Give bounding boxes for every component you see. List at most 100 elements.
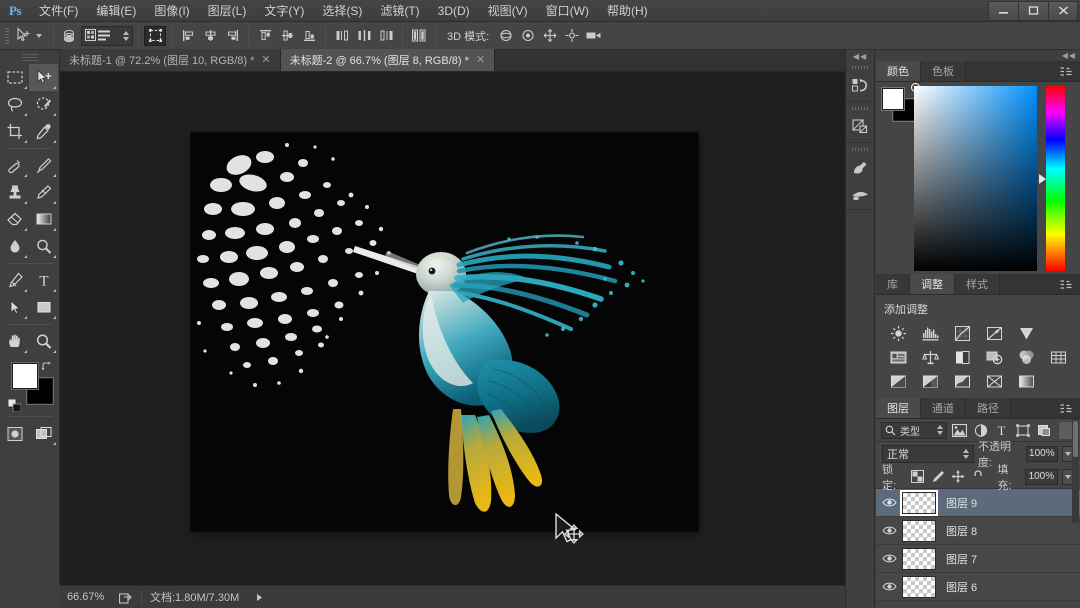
clone-stamp-tool[interactable] xyxy=(0,179,29,206)
adjustments-panel-menu-icon[interactable] xyxy=(1060,274,1080,294)
filter-toggle-switch[interactable] xyxy=(1059,421,1072,439)
layer-visibility-icon-9[interactable] xyxy=(876,497,902,508)
lock-position-icon[interactable] xyxy=(950,468,966,486)
tab-layers[interactable]: 图层 xyxy=(876,398,921,418)
threshold-icon[interactable] xyxy=(946,370,978,392)
minimize-button[interactable] xyxy=(988,0,1018,21)
dodge-tool[interactable] xyxy=(29,233,58,260)
hue-slider[interactable] xyxy=(1039,86,1065,271)
brush-settings-panel-icon[interactable] xyxy=(846,180,874,206)
curves-icon[interactable] xyxy=(946,322,978,344)
tab-adjustments[interactable]: 调整 xyxy=(910,274,955,294)
toolbar-grip[interactable] xyxy=(0,54,59,64)
photo-filter-icon[interactable] xyxy=(978,346,1010,368)
zoom-tool[interactable] xyxy=(29,328,58,355)
swap-colors-icon[interactable] xyxy=(41,361,53,373)
show-transform-controls-icon[interactable] xyxy=(144,25,166,46)
layer-row-6[interactable]: 图层 6 xyxy=(876,573,1080,601)
blur-tool[interactable] xyxy=(0,233,29,260)
tab-channels[interactable]: 通道 xyxy=(921,398,966,418)
layer-row-7[interactable]: 图层 7 xyxy=(876,545,1080,573)
hue-slider-marker[interactable] xyxy=(1039,174,1046,184)
pen-tool[interactable] xyxy=(0,267,29,294)
options-bar-grip[interactable] xyxy=(2,24,12,48)
menu-3d[interactable]: 3D(D) xyxy=(429,0,479,22)
lock-all-icon[interactable] xyxy=(970,468,986,486)
layer-visibility-icon-7[interactable] xyxy=(876,553,902,564)
layer-filter-kind-select[interactable]: 类型 xyxy=(881,421,947,439)
tool-preset-chevron-icon[interactable] xyxy=(36,33,42,38)
opacity-value[interactable]: 100% xyxy=(1025,445,1058,462)
align-left-edges-icon[interactable] xyxy=(177,26,199,46)
brush-presets-panel-icon[interactable] xyxy=(846,154,874,180)
color-panel-collapse-icon[interactable]: ◀◀ xyxy=(876,50,1080,61)
lasso-tool[interactable] xyxy=(0,91,29,118)
layer-name-6[interactable]: 图层 6 xyxy=(946,579,977,595)
3d-camera-icon[interactable] xyxy=(583,26,605,46)
tab-styles[interactable]: 样式 xyxy=(955,274,1000,294)
layer-thumbnail-9[interactable] xyxy=(902,491,936,514)
filter-smart-objects-icon[interactable] xyxy=(1035,421,1052,440)
layer-name-8[interactable]: 图层 8 xyxy=(946,523,977,539)
default-colors-icon[interactable] xyxy=(8,399,21,412)
distribute-spacing-icon[interactable] xyxy=(408,26,430,46)
move-tool[interactable] xyxy=(29,64,58,91)
color-panel-menu-icon[interactable] xyxy=(1060,61,1080,81)
rail-expand-icon[interactable]: ◀◀ xyxy=(846,50,874,63)
layer-name-7[interactable]: 图层 7 xyxy=(946,551,977,567)
menu-type[interactable]: 文字(Y) xyxy=(255,0,313,22)
hand-tool[interactable] xyxy=(0,328,29,355)
3d-slide-icon[interactable] xyxy=(561,26,583,46)
color-balance-icon[interactable] xyxy=(914,346,946,368)
path-selection-tool[interactable] xyxy=(0,294,29,321)
menu-window[interactable]: 窗口(W) xyxy=(537,0,598,22)
layer-thumbnail-7[interactable] xyxy=(902,547,936,570)
canvas-area[interactable] xyxy=(60,72,855,585)
gradient-tool[interactable] xyxy=(29,206,58,233)
layer-thumbnail-6[interactable] xyxy=(902,575,936,598)
auto-select-checkbox-icon[interactable] xyxy=(59,26,81,46)
align-right-edges-icon[interactable] xyxy=(221,26,243,46)
history-panel-icon[interactable] xyxy=(846,72,874,98)
menu-help[interactable]: 帮助(H) xyxy=(598,0,657,22)
layers-scrollbar[interactable] xyxy=(1072,419,1079,523)
kind-down-icon[interactable] xyxy=(937,431,943,435)
lock-image-pixels-icon[interactable] xyxy=(930,468,946,486)
exposure-icon[interactable] xyxy=(978,322,1010,344)
layer-name-9[interactable]: 图层 9 xyxy=(946,495,977,511)
healing-brush-tool[interactable] xyxy=(0,152,29,179)
tab-swatches[interactable]: 色板 xyxy=(921,61,966,81)
vibrance-icon[interactable] xyxy=(1010,322,1042,344)
auto-select-down-icon[interactable] xyxy=(123,36,129,41)
auto-select-up-icon[interactable] xyxy=(123,30,129,35)
gradient-map-icon[interactable] xyxy=(1010,370,1042,392)
align-top-edges-icon[interactable] xyxy=(254,26,276,46)
layer-row-8[interactable]: 图层 8 xyxy=(876,517,1080,545)
quick-mask-toggle[interactable] xyxy=(0,420,29,447)
distribute-right-icon[interactable] xyxy=(375,26,397,46)
brush-tool[interactable] xyxy=(29,152,58,179)
auto-select-kind-select[interactable] xyxy=(81,25,133,46)
move-tool-options-icon[interactable] xyxy=(12,26,34,46)
posterize-icon[interactable] xyxy=(914,370,946,392)
align-horizontal-centers-icon[interactable] xyxy=(199,26,221,46)
layer-visibility-icon-6[interactable] xyxy=(876,581,902,592)
menu-select[interactable]: 选择(S) xyxy=(313,0,371,22)
hue-saturation-icon[interactable] xyxy=(882,346,914,368)
color-field-marker[interactable] xyxy=(911,83,920,92)
color-lookup-icon[interactable] xyxy=(1042,346,1074,368)
menu-filter[interactable]: 滤镜(T) xyxy=(371,0,428,22)
tab-library[interactable]: 库 xyxy=(876,274,910,294)
blend-down-icon[interactable] xyxy=(963,454,970,459)
menu-view[interactable]: 视图(V) xyxy=(479,0,537,22)
crop-tool[interactable] xyxy=(0,118,29,145)
layers-panel-menu-icon[interactable] xyxy=(1060,398,1080,418)
align-bottom-edges-icon[interactable] xyxy=(298,26,320,46)
maximize-button[interactable] xyxy=(1018,0,1048,21)
color-panel-foreground-swatch[interactable] xyxy=(882,88,904,110)
distribute-center-icon[interactable] xyxy=(353,26,375,46)
marquee-tool[interactable] xyxy=(0,64,29,91)
eyedropper-tool[interactable] xyxy=(29,118,58,145)
fill-value[interactable]: 100% xyxy=(1025,468,1058,485)
3d-roll-icon[interactable] xyxy=(517,26,539,46)
